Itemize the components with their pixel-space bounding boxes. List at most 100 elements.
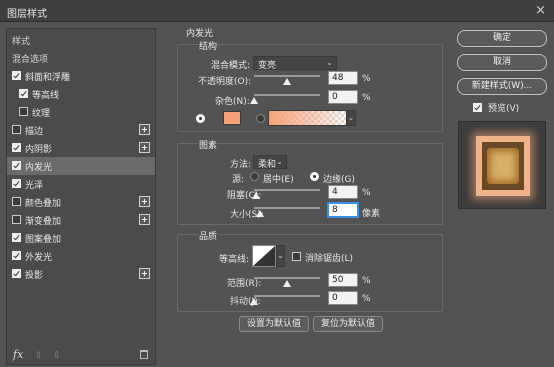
style-item-inner-shadow[interactable]: 内阴影 (7, 139, 155, 157)
range-slider-track[interactable] (254, 277, 320, 279)
move-up-icon[interactable]: ⇧ (35, 351, 43, 361)
style-item-texture[interactable]: 纹理 (7, 103, 155, 121)
range-unit: % (362, 276, 371, 286)
choke-slider-track[interactable] (254, 189, 320, 191)
close-icon[interactable]: × (535, 3, 546, 18)
add-stroke-plus-icon[interactable] (139, 124, 150, 135)
method-dropdown[interactable]: 柔和 ⌄ (253, 155, 287, 170)
opacity-label: 不透明度(O): (198, 77, 252, 87)
stroke-checkbox[interactable] (12, 125, 21, 134)
gradient-overlay-checkbox[interactable] (12, 215, 21, 224)
cancel-button[interactable]: 取消 (457, 54, 547, 71)
style-item-contour[interactable]: 等高线 (7, 85, 155, 103)
blend-mode-dropdown[interactable]: 变亮 ⌄ (253, 56, 337, 71)
size-unit: 像素 (362, 209, 381, 219)
glow-color-swatch[interactable] (223, 111, 241, 125)
color-overlay-label: 颜色叠加 (25, 199, 62, 209)
choke-slider-thumb[interactable] (252, 192, 260, 199)
add-color-overlay-plus-icon[interactable] (139, 196, 150, 207)
styles-footer: fx ⇧ ⇩ (7, 346, 155, 364)
noise-input[interactable]: 0 (328, 90, 358, 104)
set-default-button[interactable]: 设置为默认值 (239, 316, 309, 332)
noise-slider-track[interactable] (254, 94, 320, 96)
styles-list: 样式 混合选项 斜面和浮雕 等高线 纹理 描边 内阴影 内发光 光泽 颜色叠加 (6, 28, 156, 365)
quality-title: 品质 (198, 229, 219, 242)
style-item-gradient-overlay[interactable]: 渐变叠加 (7, 211, 155, 229)
style-item-color-overlay[interactable]: 颜色叠加 (7, 193, 155, 211)
range-slider-thumb[interactable] (283, 280, 291, 287)
gradient-overlay-label: 渐变叠加 (25, 217, 62, 227)
preview-frame (482, 142, 524, 190)
jitter-slider-track[interactable] (254, 295, 320, 297)
inner-glow-checkbox[interactable] (12, 161, 21, 170)
contour-curve-icon (253, 246, 275, 266)
trash-icon[interactable] (140, 350, 148, 359)
source-edge-radio[interactable] (310, 172, 319, 181)
add-gradient-overlay-plus-icon[interactable] (139, 214, 150, 225)
contour-label: 等高线: (219, 255, 250, 265)
range-input[interactable]: 50 (328, 273, 358, 287)
size-input[interactable]: 8 (328, 203, 358, 217)
add-inner-shadow-plus-icon[interactable] (139, 142, 150, 153)
reset-default-button[interactable]: 复位为默认值 (313, 316, 383, 332)
glow-gradient-picker[interactable] (268, 110, 348, 126)
solid-color-radio[interactable] (196, 114, 205, 123)
style-item-outer-glow[interactable]: 外发光 (7, 247, 155, 265)
move-down-icon[interactable]: ⇩ (53, 351, 61, 361)
chevron-down-icon: ⌄ (276, 157, 283, 166)
add-drop-shadow-plus-icon[interactable] (139, 268, 150, 279)
bevel-emboss-label: 斜面和浮雕 (25, 73, 71, 83)
drop-shadow-checkbox[interactable] (12, 269, 21, 278)
blending-options-item[interactable]: 混合选项 (7, 49, 155, 67)
fx-icon[interactable]: fx (13, 348, 23, 361)
method-label: 方法: (230, 160, 252, 170)
new-style-button[interactable]: 新建样式(W)... (457, 78, 547, 95)
contour-checkbox[interactable] (19, 89, 28, 98)
opacity-slider-track[interactable] (254, 75, 320, 77)
jitter-input[interactable]: 0 (328, 291, 358, 305)
structure-title: 结构 (198, 39, 219, 52)
contour-chevron-icon[interactable]: ⌄ (276, 245, 285, 267)
source-center-radio[interactable] (250, 172, 259, 181)
style-item-drop-shadow[interactable]: 投影 (7, 265, 155, 283)
noise-unit: % (362, 93, 371, 103)
style-item-satin[interactable]: 光泽 (7, 175, 155, 193)
style-item-inner-glow[interactable]: 内发光 (7, 157, 155, 175)
style-item-bevel-emboss[interactable]: 斜面和浮雕 (7, 67, 155, 85)
choke-input[interactable]: 4 (328, 185, 358, 199)
opacity-input[interactable]: 48 (328, 71, 358, 85)
jitter-slider-thumb[interactable] (250, 298, 258, 305)
noise-slider-thumb[interactable] (250, 97, 258, 104)
color-overlay-checkbox[interactable] (12, 197, 21, 206)
chevron-down-icon: ⌄ (326, 58, 333, 67)
choke-unit: % (362, 188, 371, 198)
preview-core (487, 148, 519, 184)
elements-group (177, 143, 443, 225)
inner-shadow-label: 内阴影 (25, 145, 53, 155)
antialias-checkbox[interactable] (292, 252, 301, 261)
gradient-radio[interactable] (256, 114, 265, 123)
preview-checkbox[interactable] (473, 103, 482, 112)
opacity-slider-thumb[interactable] (283, 78, 291, 85)
styles-header-label: 样式 (12, 37, 31, 47)
preview-label: 预览(V) (488, 104, 520, 114)
styles-header[interactable]: 样式 (7, 31, 155, 49)
style-item-pattern-overlay[interactable]: 图案叠加 (7, 229, 155, 247)
noise-label: 杂色(N): (215, 97, 250, 107)
inner-shadow-checkbox[interactable] (12, 143, 21, 152)
style-item-stroke[interactable]: 描边 (7, 121, 155, 139)
size-slider-track[interactable] (254, 207, 320, 209)
window-title: 图层样式 (7, 9, 47, 20)
outer-glow-checkbox[interactable] (12, 251, 21, 260)
size-slider-thumb[interactable] (256, 210, 264, 217)
pattern-overlay-checkbox[interactable] (12, 233, 21, 242)
quality-group (177, 234, 443, 312)
satin-checkbox[interactable] (12, 179, 21, 188)
ok-button[interactable]: 确定 (457, 30, 547, 47)
texture-checkbox[interactable] (19, 107, 28, 116)
gradient-chevron-icon[interactable]: ⌄ (346, 110, 356, 126)
bevel-emboss-checkbox[interactable] (12, 71, 21, 80)
contour-label: 等高线 (32, 91, 60, 101)
blend-mode-label: 混合模式: (211, 61, 251, 71)
contour-picker[interactable] (252, 245, 276, 267)
